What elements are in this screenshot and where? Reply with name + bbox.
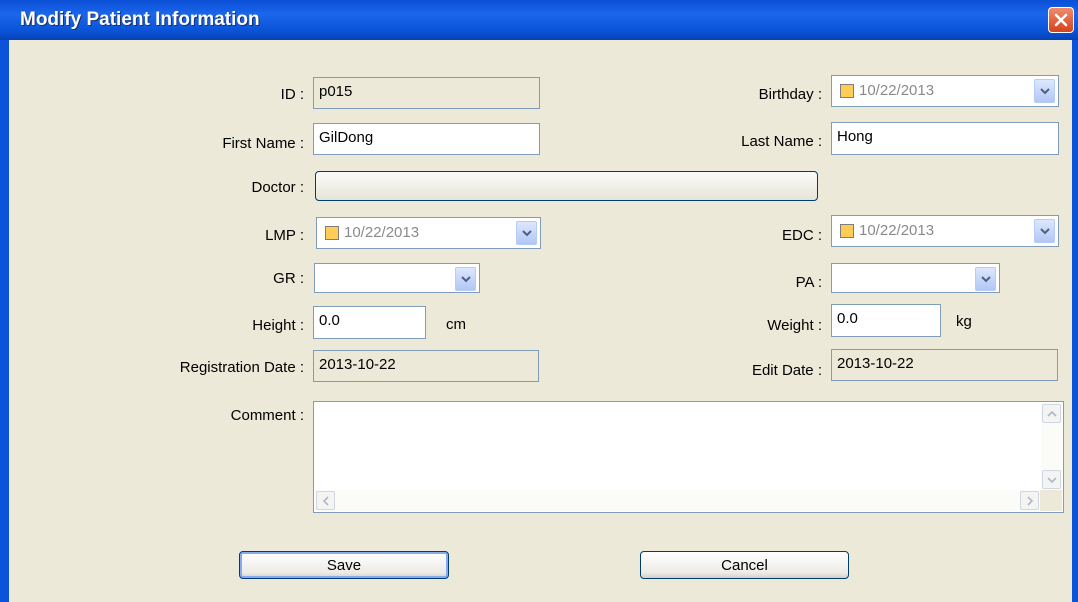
last-name-label: Last Name : — [741, 133, 822, 150]
edc-value: 10/22/2013 — [859, 222, 935, 239]
close-button[interactable] — [1048, 7, 1074, 33]
first-name-label: First Name : — [222, 135, 304, 152]
chevron-down-icon — [1039, 227, 1050, 234]
save-button[interactable]: Save — [239, 551, 449, 579]
lmp-datepicker[interactable]: 10/22/2013 — [316, 217, 541, 249]
chevron-down-icon — [980, 275, 991, 282]
birthday-label: Birthday : — [758, 86, 822, 103]
edc-checkbox[interactable] — [840, 224, 854, 238]
height-label: Height : — [252, 317, 304, 334]
lmp-dropdown-button[interactable] — [516, 221, 537, 245]
window-frame-right — [1072, 40, 1078, 602]
chevron-down-icon — [521, 229, 532, 236]
lmp-label: LMP : — [265, 227, 304, 244]
edit-date-field[interactable]: 2013-10-22 — [831, 349, 1058, 381]
lmp-value: 10/22/2013 — [344, 224, 420, 241]
close-x-icon — [1054, 13, 1068, 27]
comment-label: Comment : — [230, 407, 304, 424]
height-unit: cm — [446, 316, 466, 333]
edit-date-label: Edit Date : — [751, 362, 822, 379]
chevron-left-icon — [322, 495, 329, 506]
doctor-select-button[interactable] — [315, 171, 818, 201]
modify-patient-dialog: Modify Patient Information ID : p015 Bir… — [0, 0, 1078, 602]
id-label: ID : — [280, 86, 304, 103]
gr-label: GR : — [273, 270, 304, 287]
scroll-left-button[interactable] — [316, 491, 335, 510]
title-bar[interactable]: Modify Patient Information — [0, 0, 1078, 40]
height-input[interactable]: 0.0 — [313, 306, 426, 339]
edc-datepicker[interactable]: 10/22/2013 — [831, 215, 1059, 247]
scrollbar-corner — [1040, 490, 1062, 511]
lmp-checkbox[interactable] — [325, 226, 339, 240]
dialog-body: ID : p015 Birthday : 10/22/2013 First Na… — [9, 40, 1072, 602]
window-title: Modify Patient Information — [20, 9, 260, 30]
weight-unit: kg — [956, 313, 972, 330]
scroll-right-button[interactable] — [1020, 491, 1039, 510]
window-frame-left — [0, 40, 9, 602]
last-name-input[interactable]: Hong — [831, 122, 1059, 155]
registration-date-field[interactable]: 2013-10-22 — [313, 350, 539, 382]
chevron-down-icon — [1039, 87, 1050, 94]
weight-label: Weight : — [767, 317, 822, 334]
comment-vertical-scrollbar[interactable] — [1041, 403, 1062, 490]
birthday-checkbox[interactable] — [840, 84, 854, 98]
first-name-input[interactable]: GilDong — [313, 123, 540, 155]
comment-textarea[interactable] — [313, 401, 1064, 513]
weight-input[interactable]: 0.0 — [831, 304, 941, 337]
birthday-datepicker[interactable]: 10/22/2013 — [831, 75, 1059, 107]
gr-dropdown-button[interactable] — [455, 267, 476, 291]
scroll-down-button[interactable] — [1042, 470, 1061, 489]
doctor-label: Doctor : — [251, 179, 304, 196]
comment-horizontal-scrollbar[interactable] — [315, 490, 1040, 511]
chevron-right-icon — [1026, 495, 1033, 506]
pa-label: PA : — [795, 274, 822, 291]
chevron-down-icon — [460, 275, 471, 282]
edc-dropdown-button[interactable] — [1034, 219, 1055, 243]
scroll-up-button[interactable] — [1042, 404, 1061, 423]
edc-label: EDC : — [781, 227, 822, 244]
pa-dropdown-button[interactable] — [975, 267, 996, 291]
cancel-button[interactable]: Cancel — [640, 551, 849, 579]
id-field[interactable]: p015 — [313, 77, 540, 109]
registration-date-label: Registration Date : — [179, 359, 304, 376]
gr-combobox[interactable] — [314, 263, 480, 293]
birthday-dropdown-button[interactable] — [1034, 79, 1055, 103]
chevron-down-icon — [1046, 476, 1057, 483]
pa-combobox[interactable] — [831, 263, 1000, 293]
chevron-up-icon — [1046, 410, 1057, 417]
birthday-value: 10/22/2013 — [859, 82, 935, 99]
